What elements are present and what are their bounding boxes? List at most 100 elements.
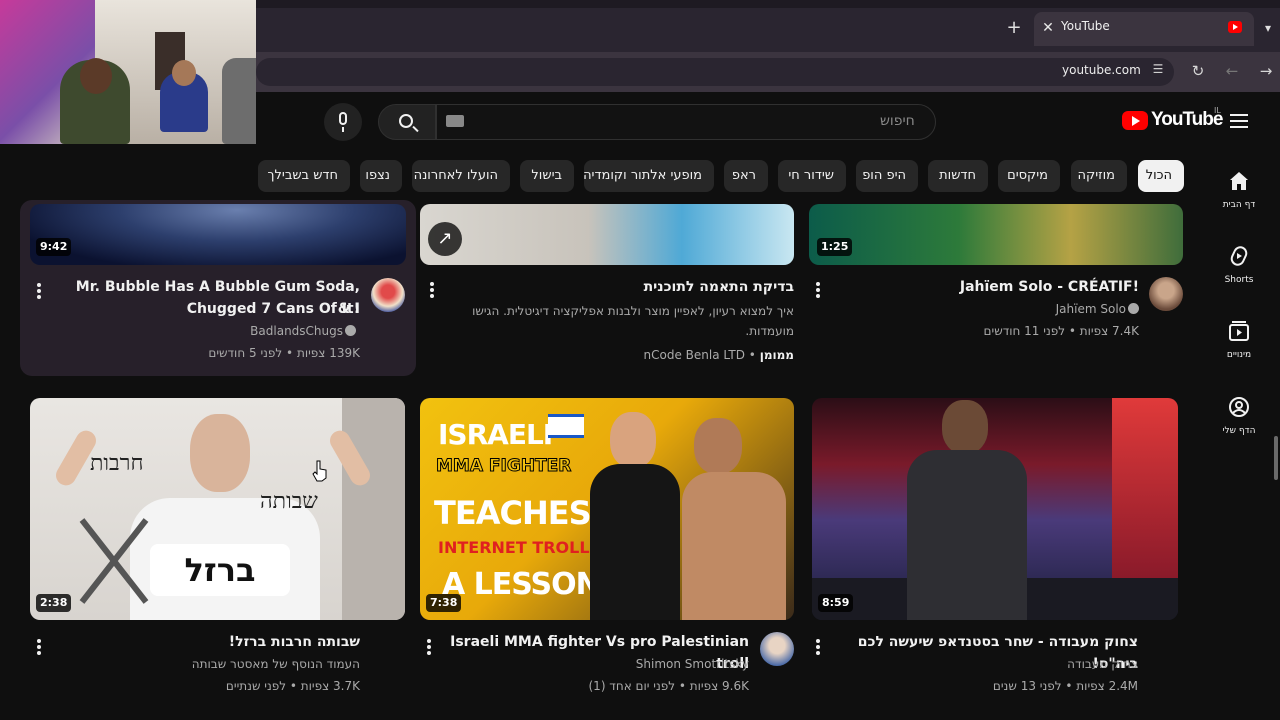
chip-music[interactable]: מוזיקה bbox=[1071, 160, 1127, 192]
rail-you[interactable]: הדף שלי bbox=[1206, 396, 1272, 456]
hamburger-menu-icon[interactable] bbox=[1228, 110, 1250, 132]
search-placeholder: חיפוש bbox=[880, 113, 915, 129]
chip-hip-hop[interactable]: היפ הופ bbox=[856, 160, 918, 192]
chip-mixes[interactable]: מיקסים bbox=[998, 160, 1060, 192]
tab-list-chevron-icon[interactable]: ▾ bbox=[1258, 18, 1278, 38]
channel-name[interactable]: BadlandsChugs bbox=[60, 320, 356, 342]
youtube-play-icon bbox=[1122, 111, 1148, 130]
fighter-1-body bbox=[590, 464, 680, 620]
video-thumbnail[interactable]: 8:59 bbox=[812, 398, 1178, 620]
external-link-arrow-icon[interactable]: ↗ bbox=[428, 222, 462, 256]
chip-news[interactable]: חדשות bbox=[928, 160, 988, 192]
search-input[interactable] bbox=[436, 104, 936, 140]
channel-name[interactable]: Shimon Smotritsky bbox=[440, 653, 749, 675]
comedian-head bbox=[942, 400, 988, 454]
back-arrow-icon[interactable]: ← bbox=[1221, 60, 1243, 82]
page-scrollbar[interactable] bbox=[1274, 436, 1278, 480]
rail-shorts[interactable]: Shorts bbox=[1206, 245, 1272, 305]
thumb-text-teaches: TEACHES bbox=[434, 494, 592, 532]
advertiser-name: nCode Benla LTD bbox=[643, 348, 745, 362]
thumb-text-shvuta: שבותה bbox=[260, 489, 318, 514]
shorts-icon bbox=[1230, 246, 1248, 266]
more-options-icon[interactable] bbox=[36, 638, 42, 656]
chip-cooking[interactable]: בישול bbox=[520, 160, 574, 192]
ad-description-line-2: מועמדות. bbox=[745, 324, 794, 338]
video-duration: 7:38 bbox=[426, 594, 462, 612]
channel-name[interactable]: Jahïem Solo bbox=[880, 298, 1139, 320]
video-title[interactable]: Jahïem Solo - CRÉATIF! bbox=[880, 276, 1139, 298]
more-options-icon[interactable] bbox=[815, 638, 821, 656]
tab-title: YouTube bbox=[1061, 19, 1110, 33]
channel-avatar[interactable] bbox=[1149, 277, 1183, 311]
microphone-icon bbox=[339, 112, 347, 125]
chip-live[interactable]: שידור חי bbox=[778, 160, 846, 192]
room-door bbox=[342, 398, 405, 620]
channel-name[interactable]: העמוד הנוסף של מאסטר שבותה bbox=[60, 653, 360, 675]
stage-light bbox=[1112, 398, 1178, 578]
video-thumbnail[interactable]: חרבות שבותה ברזל 2:38 bbox=[30, 398, 405, 620]
home-icon bbox=[1230, 172, 1248, 190]
crossed-swords-icon bbox=[79, 518, 149, 604]
video-duration: 2:38 bbox=[36, 594, 72, 612]
rail-home[interactable]: דף הבית bbox=[1206, 170, 1272, 230]
subscriptions-icon bbox=[1229, 321, 1249, 341]
comedian-body bbox=[907, 450, 1027, 620]
video-meta: 2.4M צפיות • לפני 13 שנים bbox=[992, 679, 1138, 693]
video-title[interactable]: שבותה חרבות ברזל! bbox=[60, 631, 360, 653]
youtube-logo[interactable]: YouTube IL bbox=[1120, 106, 1223, 136]
ad-description-line-1: איך למצוא רעיון, לאפיין מוצר ולבנות אפלי… bbox=[472, 304, 794, 318]
forward-arrow-icon[interactable]: → bbox=[1255, 60, 1277, 82]
ad-thumbnail[interactable]: ↗ bbox=[420, 204, 794, 265]
ad-title[interactable]: בדיקת התאמה לתוכנית bbox=[440, 276, 794, 298]
channel-name-text: Jahïem Solo bbox=[1055, 302, 1126, 316]
sponsored-label: ממומן bbox=[759, 348, 794, 362]
chip-rap[interactable]: ראפ bbox=[724, 160, 768, 192]
tab-close-icon[interactable]: ✕ bbox=[1040, 17, 1056, 39]
url-field[interactable] bbox=[256, 58, 1174, 86]
you-icon bbox=[1229, 397, 1249, 417]
video-duration: 9:42 bbox=[36, 238, 72, 256]
channel-avatar[interactable] bbox=[760, 632, 794, 666]
reload-icon[interactable]: ↻ bbox=[1187, 60, 1209, 82]
url-text[interactable]: youtube.com bbox=[1062, 63, 1141, 77]
ad-advertiser: nCode Benla LTD • ממומן bbox=[643, 348, 794, 362]
verified-icon bbox=[1128, 303, 1139, 314]
more-options-icon[interactable] bbox=[429, 281, 435, 299]
chip-watched[interactable]: נצפו bbox=[360, 160, 402, 192]
voice-search-button[interactable] bbox=[324, 103, 362, 141]
thumb-text-lesson: A LESSON bbox=[442, 567, 601, 602]
search-icon bbox=[399, 114, 413, 128]
rail-subscriptions[interactable]: מינויים bbox=[1206, 320, 1272, 380]
more-options-icon[interactable] bbox=[36, 282, 42, 300]
chip-recently-uploaded[interactable]: הועלו לאחרונה bbox=[412, 160, 510, 192]
screen: ✕ YouTube + ▾ youtube.com ☰ ↻ ← → YouTub… bbox=[0, 0, 1280, 720]
video-thumbnail[interactable]: 1:25 bbox=[809, 204, 1183, 265]
thumb-text-swords: חרבות bbox=[90, 451, 144, 476]
more-options-icon[interactable] bbox=[426, 638, 432, 656]
new-tab-button[interactable]: + bbox=[1004, 16, 1024, 40]
search-button[interactable] bbox=[378, 104, 436, 140]
video-meta: 7.4K צפיות • לפני 11 חודשים bbox=[983, 324, 1139, 338]
thumb-text-mma: MMA FIGHTER bbox=[435, 456, 572, 477]
fighter-2-body bbox=[682, 472, 786, 620]
video-meta: 3.7K צפיות • לפני שנתיים bbox=[225, 679, 360, 693]
video-thumbnail[interactable]: 9:42 bbox=[30, 204, 406, 265]
video-title-line-2[interactable]: Chugged 7 Cans Of It! bbox=[60, 298, 360, 320]
channel-name[interactable]: צחוק מעבודה bbox=[828, 653, 1138, 675]
site-settings-icon[interactable]: ☰ bbox=[1150, 62, 1166, 78]
rail-home-label: דף הבית bbox=[1222, 200, 1256, 210]
video-meta: 9.6K צפיות • לפני יום אחד (1) bbox=[588, 679, 749, 693]
channel-avatar[interactable] bbox=[371, 278, 405, 312]
more-options-icon[interactable] bbox=[815, 281, 821, 299]
logo-wordmark: YouTube bbox=[1151, 109, 1223, 130]
webcam-person-3 bbox=[222, 58, 256, 144]
video-thumbnail[interactable]: ISRAELI MMA FIGHTER TEACHES INTERNET TRO… bbox=[420, 398, 794, 620]
video-duration: 1:25 bbox=[817, 238, 853, 256]
rail-shorts-label: Shorts bbox=[1224, 275, 1254, 285]
chip-all[interactable]: הכול bbox=[1138, 160, 1184, 192]
israel-flag-icon bbox=[548, 414, 584, 438]
chip-new-to-you[interactable]: חדש בשבילך bbox=[258, 160, 350, 192]
fighter-2-head bbox=[694, 418, 742, 474]
chip-improv-comedy[interactable]: מופעי אלתור וקומדיה bbox=[583, 160, 714, 192]
keyboard-icon[interactable] bbox=[446, 115, 464, 127]
